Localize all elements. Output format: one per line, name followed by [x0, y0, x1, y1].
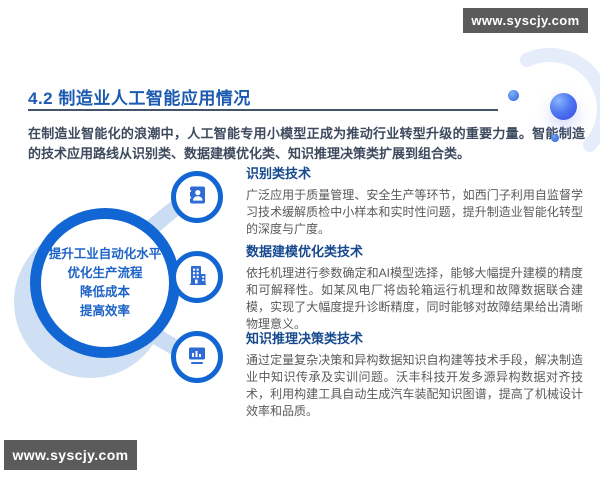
- center-line: 优化生产流程: [67, 266, 143, 280]
- section-body: 广泛应用于质量管理、安全生产等环节，如西门子利用自监督学习技术缓解质检中小样本和…: [246, 188, 583, 236]
- building-icon: [185, 263, 209, 292]
- section-title: 识别类技术: [246, 166, 312, 181]
- section-knowledge: 知识推理决策类技术 通过定量复杂决策和异构数据知识自构建等技术手段，解决制造业中…: [246, 328, 583, 420]
- center-line: 提升工业自动化水平: [48, 247, 162, 261]
- gradient-sphere-small: [508, 90, 519, 101]
- center-line: 降低成本: [79, 285, 130, 299]
- chart-board-icon: [185, 343, 209, 372]
- section-recognition: 识别类技术 广泛应用于质量管理、安全生产等环节，如西门子利用自监督学习技术缓解质…: [246, 163, 583, 238]
- section-title: 知识推理决策类技术: [246, 331, 364, 346]
- center-circle-text: 提升工业自动化水平 优化生产流程 降低成本 提高效率: [49, 245, 162, 321]
- icon-circle-modeling: [171, 251, 223, 303]
- section-modeling: 数据建模优化类技术 依托机理进行参数确定和AI模型选择，能够大幅提升建模的精度和…: [246, 241, 583, 333]
- section-title: 数据建模优化类技术: [246, 244, 364, 259]
- slide: www.syscjy.com 4.2 制造业人工智能应用情况 在制造业智能化的浪…: [0, 0, 600, 480]
- icon-circle-knowledge: [171, 331, 223, 383]
- gradient-sphere-dot: [551, 134, 559, 142]
- center-circle: 提升工业自动化水平 优化生产流程 降低成本 提高效率: [30, 208, 180, 358]
- section-body: 依托机理进行参数确定和AI模型选择，能够大幅提升建模的精度和可解释性。如某风电厂…: [246, 266, 583, 331]
- id-card-icon: [185, 183, 209, 212]
- center-line: 提高效率: [79, 304, 130, 318]
- section-body: 通过定量复杂决策和异构数据知识自构建等技术手段，解决制造业中知识传承及实训问题。…: [246, 353, 583, 418]
- icon-circle-recognition: [171, 171, 223, 223]
- gradient-sphere-large: [550, 93, 577, 120]
